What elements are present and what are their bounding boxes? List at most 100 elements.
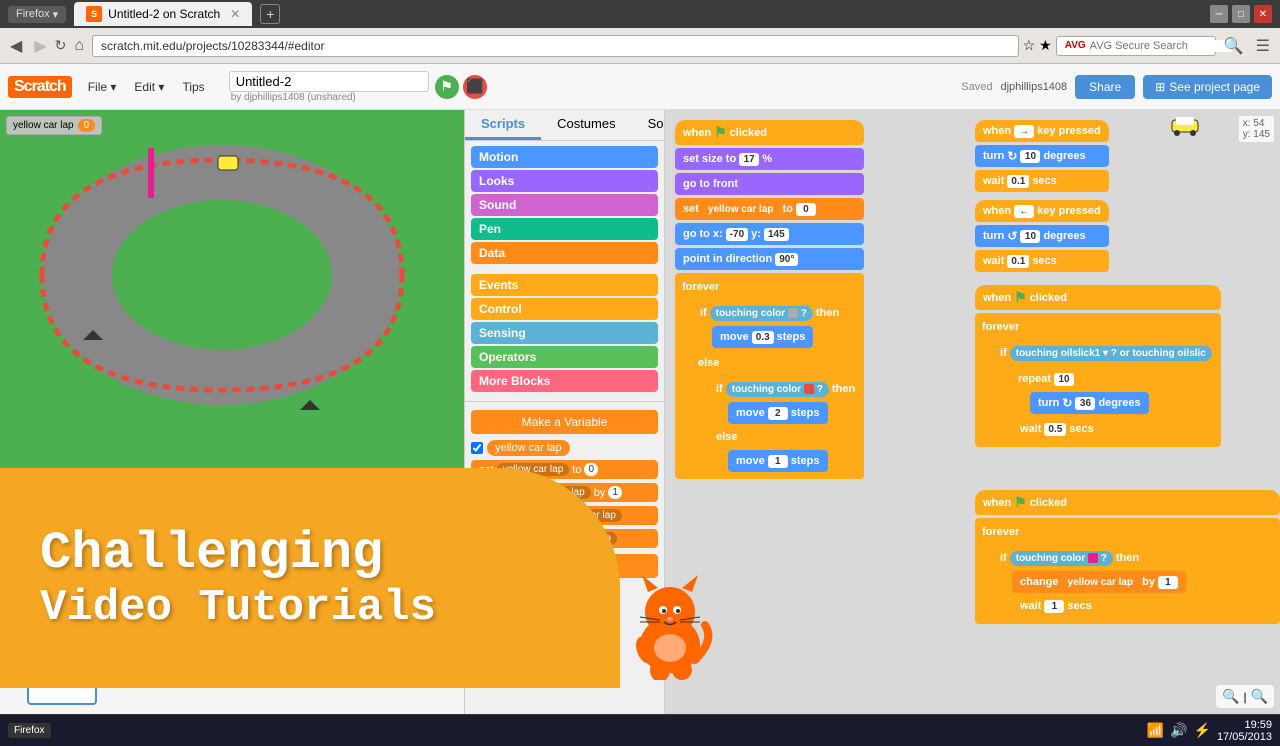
category-events[interactable]: Events <box>471 274 658 296</box>
move-1-val[interactable]: 1 <box>768 455 788 468</box>
forever-block-3[interactable]: forever if touching color ? then <box>975 518 1280 624</box>
make-list-button[interactable]: Make a List <box>471 554 658 578</box>
bookmark-star-icon[interactable]: ☆ <box>1023 37 1036 54</box>
bookmark-icon[interactable]: ★ <box>1039 37 1052 54</box>
touching-color-red[interactable]: touching color ? <box>726 382 829 397</box>
point-direction-block[interactable]: point in direction 90° <box>675 248 864 270</box>
x-val[interactable]: -70 <box>726 228 748 241</box>
change-lap-block[interactable]: change yellow car lap by 1 <box>1012 571 1186 593</box>
touching-oilslick[interactable]: touching oilslick1 ▾ ? or touching oilsl… <box>1010 346 1212 361</box>
move-2-block[interactable]: move 2 steps <box>728 402 828 424</box>
firefox-menu-button[interactable]: Firefox ▾ <box>8 6 66 23</box>
turn-36-block[interactable]: turn ↻ 36 degrees <box>1030 392 1149 414</box>
zoom-in-button[interactable]: 🔍 <box>1251 688 1268 705</box>
when-clicked-hat-3[interactable]: when ⚑ clicked <box>975 490 1280 515</box>
wait-01-block-2[interactable]: wait 0.1 secs <box>975 250 1109 272</box>
edit-menu[interactable]: Edit ▾ <box>126 77 172 97</box>
forward-button[interactable]: ▶ <box>30 34 50 58</box>
turn-36-deg[interactable]: 36 <box>1075 397 1095 410</box>
wait-01-val-1[interactable]: 0.1 <box>1007 175 1029 188</box>
y-val[interactable]: 145 <box>764 228 789 241</box>
touching-color-1[interactable]: touching color ? <box>710 306 813 321</box>
green-flag-button[interactable]: ⚑ <box>435 75 459 99</box>
show-var-block[interactable]: show variable yellow car lap <box>471 506 658 525</box>
new-tab-button[interactable]: + <box>260 4 280 24</box>
tips-menu[interactable]: Tips <box>174 77 212 97</box>
when-clicked-hat-1[interactable]: when ⚑ clicked <box>675 120 864 145</box>
if-block-4[interactable]: if touching color ? then change yellow c… <box>994 545 1277 621</box>
category-more-blocks[interactable]: More Blocks <box>471 370 658 392</box>
wait-1-val[interactable]: 1 <box>1044 600 1064 613</box>
category-looks[interactable]: Looks <box>471 170 658 192</box>
minimize-button[interactable]: ─ <box>1210 5 1228 23</box>
file-menu[interactable]: File ▾ <box>80 77 125 97</box>
lap-change-val[interactable]: 1 <box>1158 576 1178 589</box>
search-box[interactable]: AVG <box>1056 36 1216 56</box>
back-button[interactable]: ◀ <box>6 34 26 58</box>
set-size-block[interactable]: set size to 17 % <box>675 148 864 170</box>
turn-left-block[interactable]: turn ↺ 10 degrees <box>975 225 1109 247</box>
set-var-block[interactable]: set yellow car lap to 0 <box>471 460 658 479</box>
move-03-val[interactable]: 0.3 <box>752 331 774 344</box>
size-value[interactable]: 17 <box>739 153 759 166</box>
wait-05-val[interactable]: 0.5 <box>1044 423 1066 436</box>
key-press-left-hat[interactable]: when ← key pressed <box>975 200 1109 222</box>
project-title-input[interactable] <box>229 71 429 92</box>
move-1-block[interactable]: move 1 steps <box>728 450 828 472</box>
if-block-3[interactable]: if touching oilslick1 ▾ ? or touching oi… <box>994 340 1218 444</box>
stop-button[interactable]: ⬛ <box>463 75 487 99</box>
turn-left-deg[interactable]: 10 <box>1020 230 1040 243</box>
repeat-val[interactable]: 10 <box>1054 373 1074 386</box>
hide-var-block[interactable]: hide variable yellow car lap <box>471 529 658 548</box>
category-data[interactable]: Data <box>471 242 658 264</box>
direction-val[interactable]: 90° <box>775 253 798 266</box>
address-bar[interactable] <box>92 35 1019 57</box>
category-operators[interactable]: Operators <box>471 346 658 368</box>
if-block-2[interactable]: if touching color ? then move 2 <box>710 376 861 476</box>
go-to-front-block[interactable]: go to front <box>675 173 864 195</box>
search-input[interactable] <box>1090 40 1232 52</box>
key-right[interactable]: → <box>1014 125 1034 138</box>
wait-01-val-2[interactable]: 0.1 <box>1007 255 1029 268</box>
tab-close-icon[interactable]: ✕ <box>230 7 240 21</box>
category-control[interactable]: Control <box>471 298 658 320</box>
forever-block-1[interactable]: forever if touching color ? then <box>675 273 864 479</box>
reload-button[interactable]: ↻ <box>55 37 67 54</box>
maximize-button[interactable]: □ <box>1232 5 1250 23</box>
change-var-block[interactable]: change yellow car lap by 1 <box>471 483 658 502</box>
browser-tab[interactable]: S Untitled-2 on Scratch ✕ <box>74 2 252 26</box>
variable-pill[interactable]: yellow car lap <box>487 440 570 456</box>
close-button[interactable]: ✕ <box>1254 5 1272 23</box>
lap-val[interactable]: 0 <box>796 203 816 216</box>
when-clicked-hat-2[interactable]: when ⚑ clicked <box>975 285 1221 310</box>
go-to-xy-block[interactable]: go to x: -70 y: 145 <box>675 223 864 245</box>
move-03-block[interactable]: move 0.3 steps <box>712 326 813 348</box>
tab-costumes[interactable]: Costumes <box>541 110 632 140</box>
set-lap-block[interactable]: set yellow car lap to 0 <box>675 198 864 220</box>
category-pen[interactable]: Pen <box>471 218 658 240</box>
category-sensing[interactable]: Sensing <box>471 322 658 344</box>
move-2-val[interactable]: 2 <box>768 407 788 420</box>
taskbar-firefox[interactable]: Firefox <box>8 723 51 738</box>
turn-right-block[interactable]: turn ↻ 10 degrees <box>975 145 1109 167</box>
var-checkbox[interactable] <box>471 442 483 454</box>
if-block-1[interactable]: if touching color ? then move 0.3 <box>694 300 861 352</box>
scripts-canvas[interactable]: when ⚑ clicked set size to 17 % go to fr… <box>665 110 1280 714</box>
key-press-right-hat[interactable]: when → key pressed <box>975 120 1109 142</box>
wait-05-block[interactable]: wait 0.5 secs <box>1012 418 1102 440</box>
tab-scripts[interactable]: Scripts <box>465 110 541 140</box>
touching-pink[interactable]: touching color ? <box>1010 551 1113 566</box>
category-motion[interactable]: Motion <box>471 146 658 168</box>
stage-canvas[interactable]: yellow car lap 0 <box>0 110 464 614</box>
search-button[interactable]: 🔍 <box>1220 34 1248 58</box>
zoom-out-button[interactable]: 🔍 <box>1222 688 1239 705</box>
forever-block-2[interactable]: forever if touching oilslick1 ▾ ? or tou… <box>975 313 1221 447</box>
key-left[interactable]: ← <box>1014 205 1034 218</box>
tab-sounds[interactable]: Sounds <box>632 110 665 140</box>
menu-button[interactable]: ☰ <box>1252 34 1274 58</box>
category-sound[interactable]: Sound <box>471 194 658 216</box>
make-variable-button[interactable]: Make a Variable <box>471 410 658 434</box>
sprite-thumbnail[interactable] <box>27 625 97 705</box>
wait-01-block-1[interactable]: wait 0.1 secs <box>975 170 1109 192</box>
share-button[interactable]: Share <box>1075 75 1135 99</box>
